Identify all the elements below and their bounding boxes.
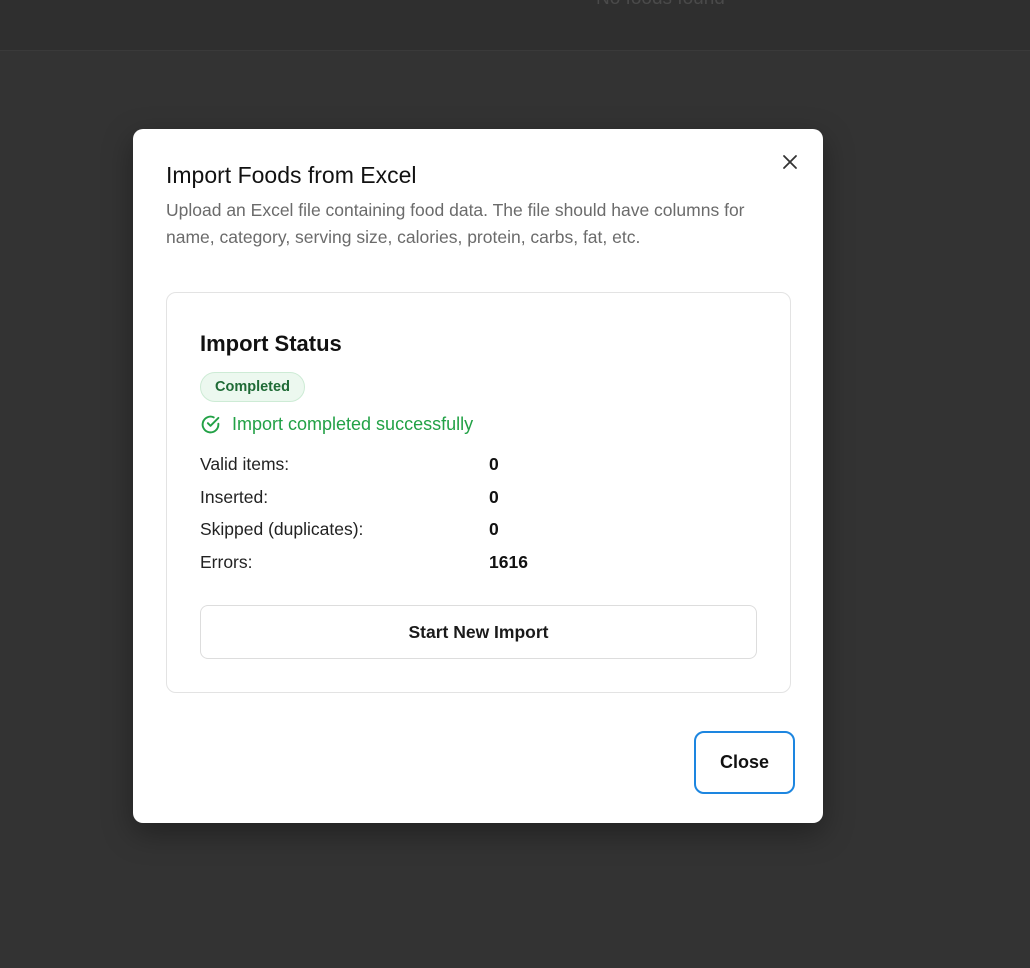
stat-label: Skipped (duplicates): xyxy=(200,519,364,539)
stat-value: 1616 xyxy=(489,551,528,572)
stat-label: Errors: xyxy=(200,551,253,572)
dialog-description: Upload an Excel file containing food dat… xyxy=(166,200,745,247)
status-title: Import Status xyxy=(200,331,342,356)
check-circle-icon xyxy=(201,415,220,434)
stat-value: 0 xyxy=(489,486,499,507)
stats-list: Valid items: 0 Inserted: 0 Skipped (dupl… xyxy=(200,450,620,580)
stat-row-skipped: Skipped (duplicates): 0 xyxy=(200,515,620,548)
stat-value: 0 xyxy=(489,519,499,539)
app-header-backdrop: No foods found xyxy=(0,0,1030,51)
stat-row-valid-items: Valid items: 0 xyxy=(200,450,620,483)
stat-label: Inserted: xyxy=(200,486,269,507)
close-icon[interactable] xyxy=(779,151,801,173)
import-status-card: Import Status Completed Import completed… xyxy=(166,292,791,693)
import-dialog: Import Foods from Excel Upload an Excel … xyxy=(133,129,823,823)
status-badge: Completed xyxy=(200,372,305,402)
stat-row-inserted: Inserted: 0 xyxy=(200,483,620,516)
success-text: Import completed successfully xyxy=(232,414,474,434)
close-button[interactable]: Close xyxy=(694,731,795,794)
stat-label: Valid items: xyxy=(200,454,290,474)
empty-state-text: No foods found xyxy=(596,0,725,10)
stat-value: 0 xyxy=(489,454,499,474)
start-new-import-button[interactable]: Start New Import xyxy=(200,605,757,659)
success-message: Import completed successfully xyxy=(200,414,473,435)
dialog-title: Import Foods from Excel xyxy=(166,162,417,188)
stat-row-errors: Errors: 1616 xyxy=(200,548,620,581)
